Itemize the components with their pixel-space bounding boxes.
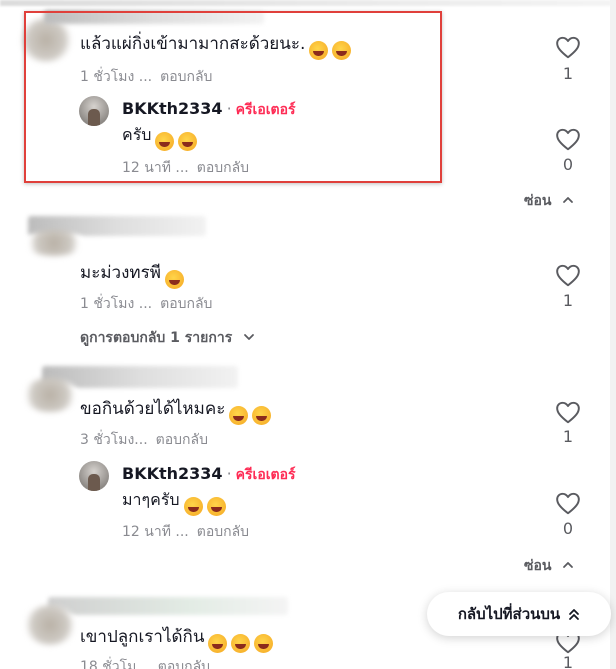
- rofl-emoji: 🤣: [229, 406, 249, 425]
- creator-avatar[interactable]: [79, 461, 109, 491]
- like-count: 0: [562, 519, 574, 538]
- view-replies-button[interactable]: ดูการตอบกลับ 1 รายการ: [80, 327, 255, 349]
- separator-dot: ·: [226, 464, 232, 483]
- heart-icon[interactable]: [555, 491, 581, 515]
- heart-icon[interactable]: [555, 35, 581, 59]
- like-count: 1: [562, 291, 574, 310]
- back-to-top-button[interactable]: กลับไปที่ส่วนบน: [427, 592, 611, 636]
- commenter-avatar-blurred[interactable]: [22, 378, 78, 412]
- comment-meta: 3 ชั่วโมง... ตอบกลับ: [80, 429, 208, 451]
- creator-badge: ครีเอเตอร์: [235, 467, 296, 483]
- heart-icon[interactable]: [555, 263, 581, 287]
- comment-time: 3 ชั่วโมง...: [80, 432, 148, 448]
- reply-author: BKKth2334 · ครีเอเตอร์: [122, 464, 296, 486]
- like-count: 0: [562, 155, 574, 174]
- reply-button[interactable]: ตอบกลับ: [158, 659, 210, 669]
- like-count: 1: [562, 427, 574, 446]
- joy-emoji: 😂: [183, 497, 203, 516]
- chevron-up-icon: [563, 197, 574, 203]
- like-count: 1: [562, 64, 574, 83]
- commenter-avatar-blurred[interactable]: [24, 605, 76, 645]
- previous-comment-edge: [0, 0, 616, 6]
- hide-replies-button[interactable]: ซ่อน: [524, 190, 574, 212]
- reply-button[interactable]: ตอบกลับ: [197, 524, 249, 540]
- chevron-down-icon: [244, 334, 254, 340]
- heart-icon[interactable]: [555, 400, 581, 424]
- rofl-emoji: 🤣: [208, 634, 228, 653]
- heart-icon[interactable]: [555, 127, 581, 151]
- double-chevron-up-icon: [569, 609, 580, 620]
- chevron-up-icon: [563, 562, 574, 568]
- highlight-box: [24, 11, 442, 183]
- rofl-emoji: 🤣: [231, 634, 251, 653]
- like-count: 1: [562, 653, 574, 669]
- comment-time: 1 ชั่วโมง ...: [80, 296, 153, 312]
- comment-time: 18 ชั่วโม...: [80, 659, 150, 669]
- rofl-emoji: 🤣: [254, 634, 274, 653]
- grinning-emoji: 😁: [164, 270, 184, 289]
- comment-meta: 18 ชั่วโม... ตอบกลับ: [80, 656, 210, 669]
- rofl-emoji: 🤣: [252, 406, 272, 425]
- comment-meta: 1 ชั่วโมง ... ตอบกลับ: [80, 293, 212, 315]
- hide-replies-button[interactable]: ซ่อน: [524, 555, 574, 577]
- comment-text: มะม่วงทรพี😁: [80, 262, 184, 289]
- reply-button[interactable]: ตอบกลับ: [156, 432, 208, 448]
- commenter-name-blurred[interactable]: [48, 597, 288, 615]
- reply-button[interactable]: ตอบกลับ: [160, 296, 212, 312]
- comment-text: เขาปลูกเราได้กิน🤣🤣🤣: [80, 626, 274, 653]
- joy-emoji: 😂: [206, 497, 226, 516]
- commenter-avatar-blurred[interactable]: [24, 230, 84, 256]
- reply-username[interactable]: BKKth2334: [122, 464, 223, 483]
- reply-meta: 12 นาที ... ตอบกลับ: [122, 521, 249, 543]
- comment-text: ขอกินด้วยได้ไหมคะ🤣🤣: [80, 398, 272, 425]
- reply-text: มาๆครับ😂😂: [122, 489, 226, 516]
- reply-time: 12 นาที ...: [122, 524, 189, 540]
- scrollbar-track[interactable]: [610, 0, 616, 669]
- back-to-top-label: กลับไปที่ส่วนบน: [457, 605, 561, 623]
